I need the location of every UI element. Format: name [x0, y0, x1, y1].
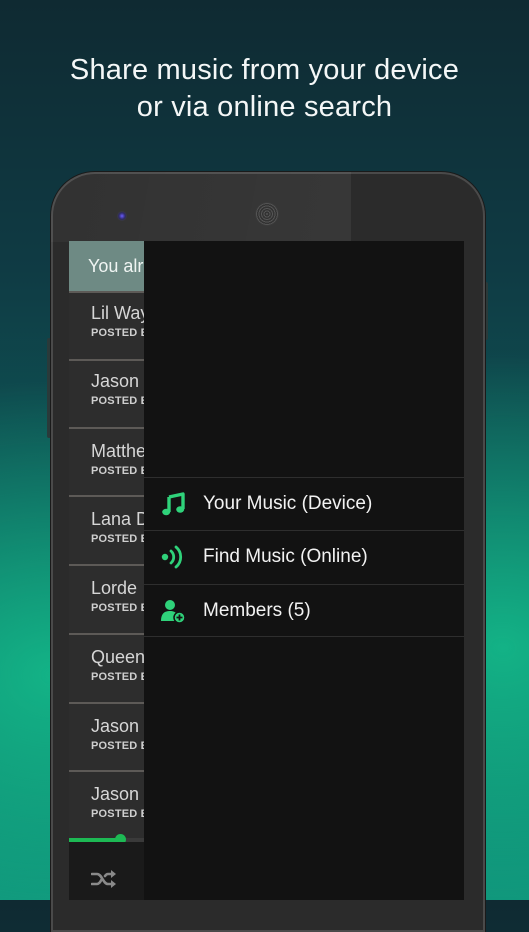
shuffle-icon[interactable] [91, 869, 117, 889]
menu-item-your-music[interactable]: Your Music (Device) [144, 478, 464, 530]
phone-sheen [51, 172, 351, 242]
broadcast-icon [161, 545, 183, 569]
track-row[interactable]: Queen POSTED B [69, 633, 144, 702]
promo-headline: Share music from your device or via onli… [0, 52, 529, 126]
track-row[interactable]: Jason POSTED B [69, 770, 144, 838]
track-title: Jason [91, 784, 140, 804]
track-title: Lil Way [91, 303, 144, 323]
track-posted-by: POSTED B [91, 327, 144, 339]
track-posted-by: POSTED B [91, 808, 144, 820]
track-row[interactable]: Lana D POSTED B [69, 495, 144, 564]
track-title: Queen [91, 647, 144, 667]
track-title: Jason [91, 716, 140, 736]
track-row[interactable]: Jason POSTED B [69, 359, 144, 427]
navigation-drawer: Your Music (Device) Find Music (Online) … [144, 241, 464, 900]
player-bar [69, 842, 144, 900]
track-row[interactable]: Lorde POSTED B [69, 564, 144, 633]
track-title: Jason [91, 371, 140, 391]
app-screen: You alr Lil Way POSTED B Jason POSTED B … [69, 241, 464, 900]
notice-banner: You alr [69, 241, 144, 291]
earpiece-speaker-icon [256, 203, 278, 225]
menu-item-members[interactable]: Members (5) [144, 585, 464, 637]
menu-item-label: Members (5) [203, 600, 311, 621]
track-row[interactable]: Lil Way POSTED B [69, 291, 144, 359]
track-posted-by: POSTED B [91, 602, 144, 614]
track-posted-by: POSTED B [91, 465, 144, 477]
track-title: Lana D [91, 509, 144, 529]
track-list: You alr Lil Way POSTED B Jason POSTED B … [69, 241, 144, 900]
drawer-divider [144, 636, 464, 637]
track-title: Matthe [91, 441, 144, 461]
music-note-icon [162, 492, 185, 516]
track-posted-by: POSTED B [91, 671, 144, 683]
track-row[interactable]: Matthe POSTED B [69, 427, 144, 495]
track-title: Lorde [91, 578, 138, 598]
track-posted-by: POSTED B [91, 395, 144, 407]
front-camera-icon [117, 211, 127, 221]
menu-item-find-music[interactable]: Find Music (Online) [144, 531, 464, 583]
track-row[interactable]: Jason POSTED B [69, 702, 144, 770]
track-posted-by: POSTED B [91, 740, 144, 752]
headline-line-2: or via online search [136, 91, 393, 123]
menu-item-label: Your Music (Device) [203, 493, 373, 514]
add-member-icon [161, 600, 186, 624]
menu-item-label: Find Music (Online) [203, 546, 368, 567]
headline-line-1: Share music from your device [69, 54, 460, 86]
track-posted-by: POSTED B [91, 533, 144, 545]
